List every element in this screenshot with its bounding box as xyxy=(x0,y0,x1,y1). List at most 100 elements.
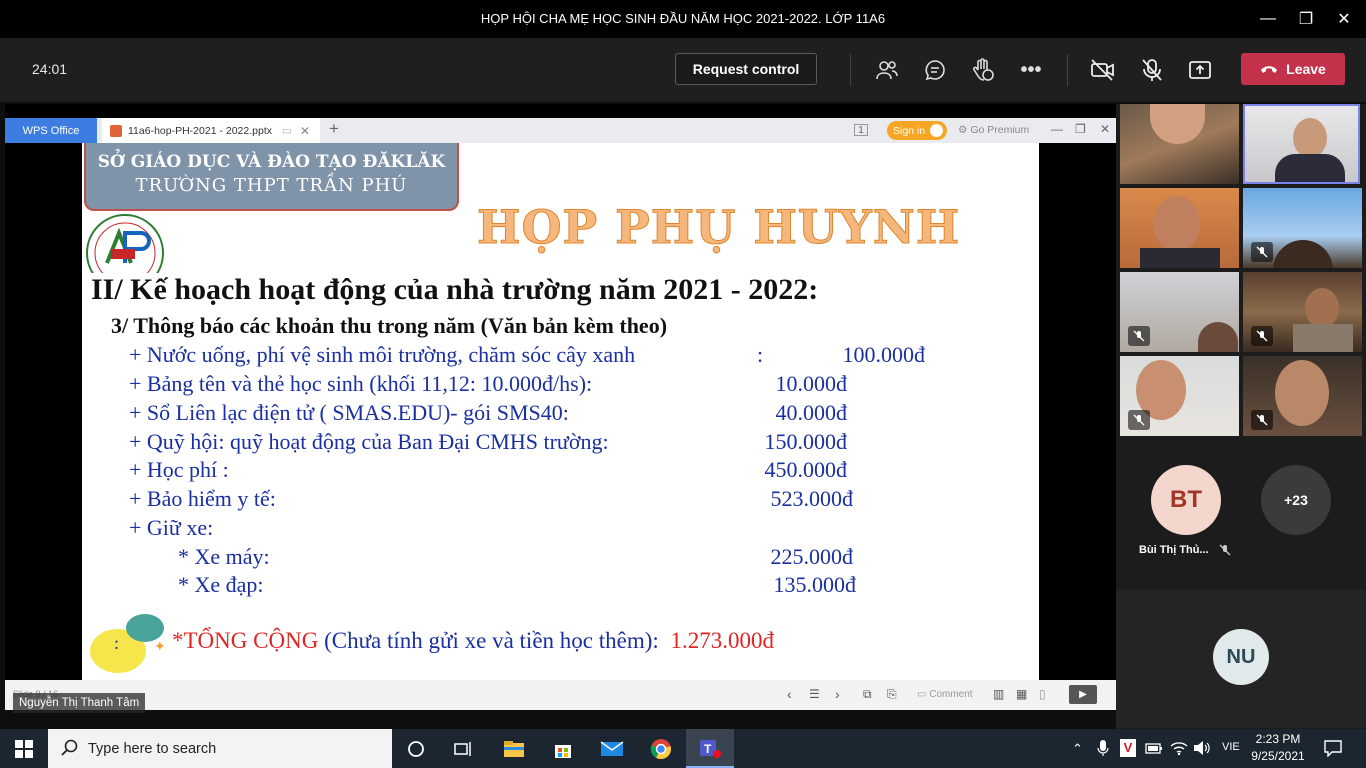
divider xyxy=(1067,54,1068,86)
wps-minimize-icon[interactable]: — xyxy=(1051,122,1063,136)
unikey-icon[interactable]: V xyxy=(1120,739,1136,757)
camera-off-icon[interactable] xyxy=(1090,57,1116,83)
muted-indicator xyxy=(1128,326,1150,346)
participant-video-tile-active[interactable] xyxy=(1243,104,1360,184)
mic-muted-icon xyxy=(1256,414,1268,426)
fee-item-label: + Bảo hiểm y tế: xyxy=(129,486,276,511)
participant-face xyxy=(1150,104,1205,144)
maximize-button[interactable]: ❐ xyxy=(1293,6,1319,32)
total-note: (Chưa tính gửi xe và tiền học thêm): xyxy=(324,628,659,653)
sign-in-button[interactable]: Sign in xyxy=(887,121,947,140)
search-placeholder: Type here to search xyxy=(88,740,217,757)
participant-video-tile[interactable] xyxy=(1120,356,1239,436)
notifications-icon[interactable] xyxy=(1323,739,1343,762)
participants-icon[interactable] xyxy=(874,57,900,83)
file-explorer-icon[interactable] xyxy=(490,729,538,768)
prev-slide-icon[interactable]: ‹ xyxy=(787,686,792,702)
leave-button[interactable]: Leave xyxy=(1241,53,1345,85)
windows-taskbar: Type here to search T ⌃ V VIE 2:23 PM 9/… xyxy=(0,729,1366,768)
windows-start-icon[interactable] xyxy=(0,729,48,768)
participant-video-tile[interactable] xyxy=(1243,272,1362,352)
document-tab-title: 11a6-hop-PH-2021 - 2022.pptx xyxy=(128,124,272,137)
muted-indicator xyxy=(1251,242,1273,262)
monitor-icon: ▭ xyxy=(282,124,292,137)
participant-avatar[interactable]: BT xyxy=(1151,465,1221,535)
teams-icon[interactable]: T xyxy=(686,729,734,768)
next-slide-icon[interactable]: › xyxy=(835,686,840,702)
notes-icon[interactable]: ⎘ xyxy=(887,687,897,702)
show-hidden-icons[interactable]: ⌃ xyxy=(1072,741,1083,757)
fee-item-amount: 150.000đ xyxy=(764,429,848,454)
taskbar-clock[interactable]: 2:23 PM 9/25/2021 xyxy=(1246,731,1310,765)
go-premium-label: Go Premium xyxy=(970,124,1030,136)
more-participants-button[interactable]: +23 xyxy=(1261,465,1331,535)
comment-label: Comment xyxy=(929,689,973,700)
wps-office-button[interactable]: WPS Office xyxy=(5,118,97,143)
mic-muted-icon xyxy=(1256,330,1268,342)
minimize-button[interactable]: — xyxy=(1255,6,1281,32)
fee-item-label: + Giữ xe: xyxy=(129,515,214,540)
clock-time: 2:23 PM xyxy=(1255,732,1301,746)
taskbar-search-box[interactable]: Type here to search xyxy=(48,729,392,768)
mic-muted-icon xyxy=(1133,414,1145,426)
input-language[interactable]: VIE xyxy=(1222,741,1240,753)
participant-video-tile[interactable] xyxy=(1120,104,1239,184)
slide-big-title: HỌP PHỤ HUYNH xyxy=(476,200,961,255)
participant-avatar[interactable]: NU xyxy=(1213,629,1269,685)
go-premium-link[interactable]: ⚙ Go Premium xyxy=(958,124,1029,136)
sorter-view-icon[interactable]: ▦ xyxy=(1016,687,1027,701)
meeting-timer: 24:01 xyxy=(32,61,68,77)
participant-face xyxy=(1275,360,1329,426)
store-icon[interactable] xyxy=(539,729,587,768)
participant-body xyxy=(1293,324,1353,352)
mic-muted-icon xyxy=(1219,544,1231,556)
presenter-name-label: Nguyễn Thị Thanh Tâm xyxy=(13,693,146,713)
new-tab-icon[interactable]: + xyxy=(329,119,339,139)
tab-close-icon[interactable]: ✕ xyxy=(300,124,310,138)
fee-item-label: + Sổ Liên lạc điện tử ( SMAS.EDU)- gói S… xyxy=(129,400,569,425)
phone-hangup-icon xyxy=(1261,66,1278,73)
wps-close-icon[interactable]: ✕ xyxy=(1100,122,1110,136)
document-tab[interactable]: 11a6-hop-PH-2021 - 2022.pptx ▭ ✕ xyxy=(102,118,320,143)
battery-icon[interactable] xyxy=(1145,741,1163,760)
muted-indicator xyxy=(1251,326,1273,346)
play-slideshow-icon[interactable]: ▶ xyxy=(1069,685,1097,704)
cortana-icon[interactable] xyxy=(392,729,440,768)
participant-video-tile[interactable] xyxy=(1243,356,1362,436)
participant-video-tile[interactable] xyxy=(1243,188,1362,268)
task-view-icon[interactable] xyxy=(440,729,488,768)
muted-indicator xyxy=(1251,410,1273,430)
more-options-icon[interactable]: ••• xyxy=(1018,57,1044,83)
wifi-icon[interactable] xyxy=(1170,740,1188,761)
fit-page-icon[interactable]: ⧉ xyxy=(863,687,872,702)
request-control-button[interactable]: Request control xyxy=(675,53,817,85)
reading-view-icon[interactable]: ▯ xyxy=(1039,687,1046,701)
share-screen-icon[interactable] xyxy=(1187,57,1213,83)
fee-item-label: + Bảng tên và thẻ học sinh (khối 11,12: … xyxy=(129,371,593,396)
slide-list-icon[interactable]: ☰ xyxy=(809,687,820,701)
close-button[interactable]: ✕ xyxy=(1331,6,1357,32)
fee-item-amount: 40.000đ xyxy=(775,400,848,425)
chat-icon[interactable] xyxy=(922,57,948,83)
wps-restore-icon[interactable]: ❐ xyxy=(1075,122,1086,136)
chrome-icon[interactable] xyxy=(637,729,685,768)
participant-video-tile[interactable] xyxy=(1120,188,1239,268)
comment-button[interactable]: ▭ Comment xyxy=(917,689,973,700)
normal-view-icon[interactable]: ▥ xyxy=(993,687,1004,701)
mic-off-icon[interactable] xyxy=(1139,57,1165,83)
tray-mic-icon[interactable] xyxy=(1097,739,1109,762)
participant-face xyxy=(1154,196,1200,252)
volume-icon[interactable] xyxy=(1193,740,1211,761)
window-count-icon[interactable]: 1 xyxy=(854,124,868,136)
pptx-file-icon xyxy=(110,124,122,137)
mail-icon[interactable] xyxy=(588,729,636,768)
reactions-icon[interactable] xyxy=(970,57,996,83)
participant-face xyxy=(1198,322,1238,352)
total-amount: 1.273.000đ xyxy=(670,628,775,653)
fee-item-label: + Nước uống, phí vệ sinh môi trường, chă… xyxy=(129,342,636,367)
fee-item-label: * Xe máy: xyxy=(178,544,270,569)
wps-statusbar: Slide 9 / 16 ‹ ☰ › ⧉ ⎘ ▭ Comment ▥ ▦ ▯ ▶ xyxy=(5,680,1116,710)
mic-muted-icon xyxy=(1133,330,1145,342)
leave-label: Leave xyxy=(1286,61,1326,77)
participant-video-tile[interactable] xyxy=(1120,272,1239,352)
